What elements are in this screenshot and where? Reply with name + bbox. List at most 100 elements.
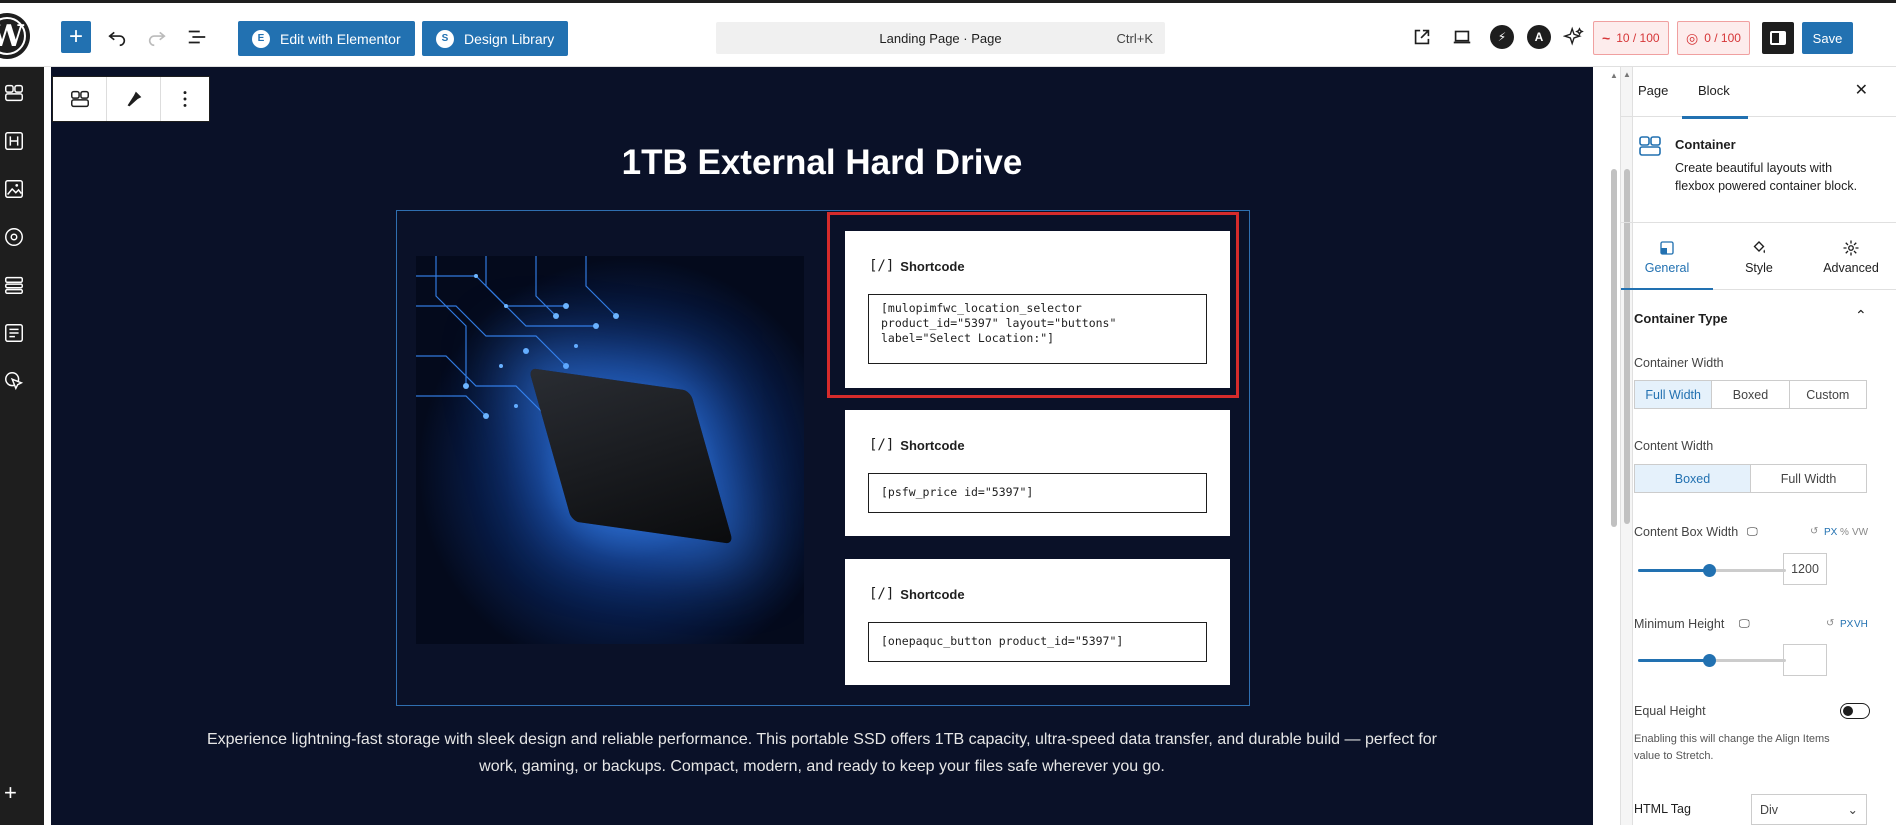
canvas-scroll-thumb[interactable] (1611, 169, 1617, 527)
product-description[interactable]: Experience lightning-fast storage with s… (200, 726, 1444, 780)
container-width-full[interactable]: Full Width (1635, 381, 1713, 408)
elementor-icon: E (252, 29, 270, 48)
block-description: Create beautiful layouts with flexbox po… (1675, 161, 1858, 193)
shortcode-block-button[interactable]: [/] Shortcode [onepaquc_button product_i… (845, 559, 1230, 685)
unit-vw[interactable]: VW (1852, 527, 1868, 538)
content-width-label: Content Width (1634, 439, 1714, 453)
equal-height-label: Equal Height (1634, 704, 1706, 718)
command-shortcut: Ctrl+K (1116, 30, 1153, 46)
canvas-scrollbar[interactable]: ▲ (1607, 67, 1620, 825)
readability-score-value: 0 / 100 (1704, 31, 1741, 45)
save-button[interactable]: Save (1802, 22, 1853, 54)
heading-icon[interactable] (2, 129, 26, 153)
view-page-icon[interactable] (1406, 21, 1438, 53)
scroll-up-icon[interactable]: ▲ (1610, 71, 1618, 80)
html-tag-select[interactable]: Div ⌄ (1751, 794, 1867, 825)
unit-vh[interactable]: VH (1854, 619, 1868, 630)
image-icon[interactable] (2, 177, 26, 201)
min-height-label: Minimum Height (1634, 617, 1725, 631)
tab-block[interactable]: Block (1682, 83, 1748, 119)
gear-icon (1843, 240, 1859, 255)
shortcode-input[interactable]: [onepaquc_button product_id="5397"] (868, 622, 1207, 662)
min-height-slider[interactable] (1638, 654, 1786, 667)
tab-page[interactable]: Page (1638, 83, 1668, 98)
selected-block-outline (827, 212, 1239, 398)
slider-handle[interactable] (1703, 654, 1717, 667)
plugin-a-icon[interactable]: A (1527, 25, 1551, 49)
document-overview-icon[interactable] (181, 21, 213, 53)
content-box-width-slider[interactable] (1638, 564, 1786, 577)
block-card: Container Create beautiful layouts with … (1621, 117, 1896, 223)
chevron-up-icon[interactable]: ⌃ (1855, 307, 1867, 324)
content-box-width-input[interactable]: 1200 (1783, 553, 1827, 585)
product-image[interactable] (416, 256, 804, 644)
settings-sidebar-toggle-icon[interactable] (1762, 22, 1794, 54)
container-width-selector: Full Width Boxed Custom (1634, 380, 1867, 409)
badge-icon[interactable] (2, 225, 26, 249)
wordpress-logo-icon[interactable]: W (0, 13, 30, 59)
styles-brush-icon[interactable] (107, 77, 161, 121)
left-block-bar: + (0, 67, 44, 825)
block-name: Container (1675, 137, 1736, 152)
shortcode-heading: [/] Shortcode (869, 586, 965, 602)
container-icon (1639, 136, 1661, 156)
document-title: Landing Page · Page (879, 30, 1002, 46)
unit-px[interactable]: PX (1840, 619, 1853, 630)
settings-panel: ▲ Page Block ✕ Container Create beautifu… (1620, 67, 1896, 825)
unit-percent[interactable]: % (1840, 527, 1849, 538)
html-tag-value: Div (1760, 802, 1779, 817)
add-block-button[interactable]: + (61, 21, 91, 53)
plus-icon[interactable]: + (4, 780, 17, 806)
unit-px[interactable]: PX (1824, 527, 1837, 538)
html-tag-label: HTML Tag (1634, 802, 1691, 816)
design-library-button[interactable]: S Design Library (422, 21, 569, 56)
slider-handle[interactable] (1703, 564, 1717, 577)
reset-icon[interactable]: ↺ (1826, 618, 1834, 629)
redo-icon[interactable] (141, 21, 173, 53)
tab-general[interactable]: General (1621, 224, 1713, 290)
shortcode-block-price[interactable]: [/] Shortcode [psfw_price id="5397"] (845, 410, 1230, 536)
container-block-icon[interactable] (53, 77, 107, 121)
seo-score-value: 10 / 100 (1616, 31, 1660, 45)
shortcode-input[interactable]: [psfw_price id="5397"] (868, 473, 1207, 513)
design-library-label: Design Library (464, 30, 555, 47)
min-height-input[interactable] (1783, 644, 1827, 676)
top-toolbar: W + E Edit with Elementor S Design Libra… (0, 0, 1896, 67)
desktop-icon[interactable]: 🖵 (1747, 526, 1758, 539)
content-width-full[interactable]: Full Width (1751, 465, 1866, 492)
plugin-bolt-icon[interactable]: ⚡ (1490, 25, 1514, 49)
seo-score-icon: ~ (1602, 30, 1611, 46)
container-width-boxed[interactable]: Boxed (1712, 381, 1790, 408)
readability-score-icon: ◎ (1686, 29, 1699, 46)
close-icon[interactable]: ✕ (1855, 80, 1868, 100)
tab-advanced[interactable]: Advanced (1805, 224, 1896, 289)
cursor-icon[interactable] (2, 369, 26, 393)
container-icon[interactable] (2, 81, 26, 105)
command-palette-button[interactable]: Landing Page · Page Ctrl+K (716, 22, 1165, 54)
equal-height-toggle[interactable] (1840, 703, 1870, 719)
container-width-custom[interactable]: Custom (1790, 381, 1866, 408)
form-icon[interactable] (2, 321, 26, 345)
settings-tabs: General Style Advanced (1621, 224, 1896, 290)
ai-sparkle-icon[interactable] (1558, 21, 1590, 53)
reset-icon[interactable]: ↺ (1810, 526, 1818, 537)
design-library-icon: S (436, 29, 454, 48)
block-toolbar (52, 76, 210, 122)
shortcode-icon: [/] (869, 586, 895, 602)
content-width-selector: Boxed Full Width (1634, 464, 1867, 493)
more-options-icon[interactable] (161, 77, 209, 121)
container-type-heading[interactable]: Container Type (1634, 311, 1728, 326)
general-icon (1660, 240, 1674, 255)
readability-score-button[interactable]: ◎ 0 / 100 (1677, 21, 1750, 55)
slider-fill (1638, 569, 1710, 572)
seo-score-button[interactable]: ~ 10 / 100 (1593, 21, 1669, 55)
slider-fill (1638, 659, 1710, 662)
content-width-boxed[interactable]: Boxed (1635, 465, 1751, 492)
stack-icon[interactable] (2, 273, 26, 297)
undo-icon[interactable] (101, 21, 133, 53)
device-preview-icon[interactable] (1446, 21, 1478, 53)
desktop-icon[interactable]: 🖵 (1739, 618, 1750, 631)
tab-style[interactable]: Style (1713, 224, 1805, 289)
edit-with-elementor-button[interactable]: E Edit with Elementor (238, 21, 415, 56)
page-title[interactable]: 1TB External Hard Drive (44, 143, 1600, 183)
